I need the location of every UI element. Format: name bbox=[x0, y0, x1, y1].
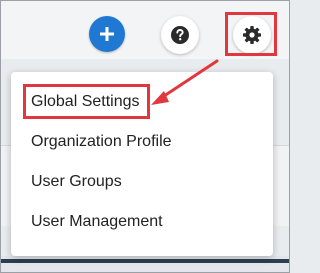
background-bottom-stripe bbox=[1, 259, 289, 263]
menu-item-organization-profile[interactable]: Organization Profile bbox=[11, 122, 273, 162]
menu-item-user-management[interactable]: User Management bbox=[11, 202, 273, 242]
screenshot-frame: Global Settings Organization Profile Use… bbox=[0, 0, 290, 273]
menu-item-label: User Management bbox=[31, 213, 163, 230]
question-mark-icon bbox=[171, 26, 189, 44]
plus-icon bbox=[100, 27, 114, 41]
menu-item-user-groups[interactable]: User Groups bbox=[11, 162, 273, 202]
help-button[interactable] bbox=[161, 16, 199, 54]
global-settings-annotation-box bbox=[23, 84, 150, 119]
settings-annotation-box bbox=[225, 12, 277, 56]
menu-item-label: Organization Profile bbox=[31, 133, 172, 150]
menu-item-label: User Groups bbox=[31, 173, 122, 190]
add-button[interactable] bbox=[89, 16, 125, 52]
